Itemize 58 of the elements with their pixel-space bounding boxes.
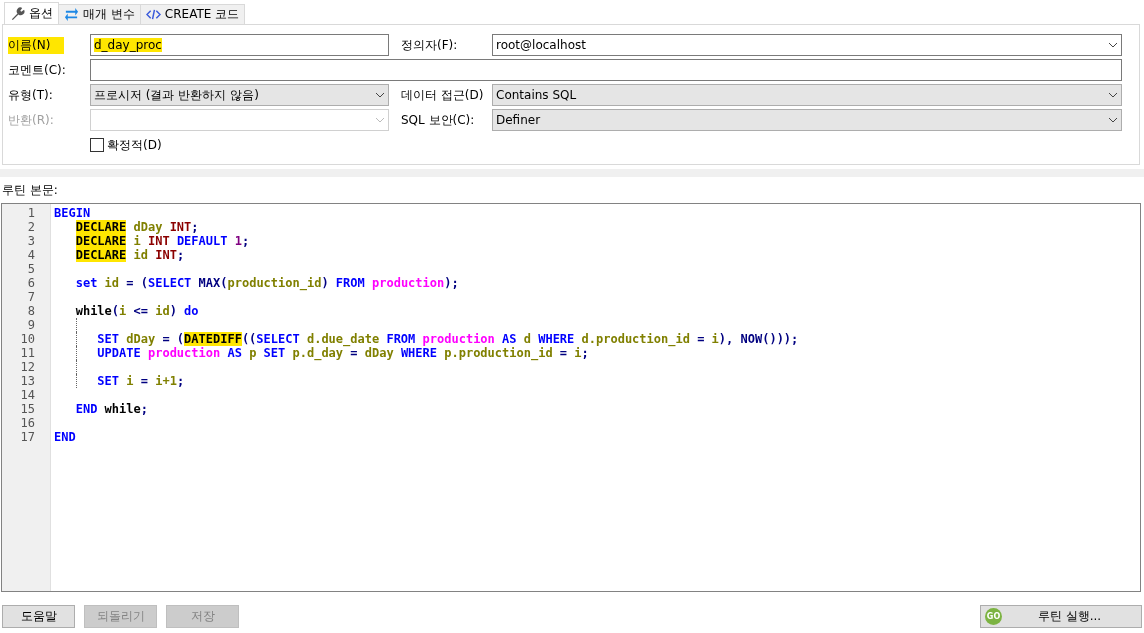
security-combo[interactable]: Definer bbox=[492, 109, 1122, 131]
line-number: 2 bbox=[26, 220, 36, 234]
code-line: SET i = i+1; bbox=[96, 374, 185, 388]
line-number: 6 bbox=[26, 276, 36, 290]
code-line: DECLARE i INT DEFAULT 1; bbox=[74, 234, 250, 248]
code-line: END bbox=[54, 430, 76, 444]
tab[interactable]: 옵션 bbox=[4, 2, 59, 24]
returns-label: 반환(R): bbox=[8, 111, 54, 129]
line-number: 16 bbox=[19, 416, 36, 430]
data-access-label: 데이터 접근(D) bbox=[400, 86, 484, 104]
wrench-icon bbox=[10, 6, 25, 21]
data-access-combo[interactable]: Contains SQL bbox=[492, 84, 1122, 106]
code-editor[interactable] bbox=[1, 203, 1141, 592]
line-number: 9 bbox=[26, 318, 36, 332]
code-icon bbox=[145, 7, 161, 22]
footer-button[interactable]: 도움말 bbox=[2, 605, 75, 628]
user-dropdown[interactable]: root@localhost bbox=[492, 34, 1122, 56]
definer-label: 정의자(F): bbox=[400, 36, 458, 54]
line-number: 15 bbox=[19, 402, 36, 416]
comment-field[interactable] bbox=[90, 59, 1122, 81]
routine-body-label: 루틴 본문: bbox=[1, 182, 58, 199]
line-number: 17 bbox=[19, 430, 36, 444]
line-number: 13 bbox=[19, 374, 36, 388]
line-number: 5 bbox=[26, 262, 36, 276]
code-line: set id = (SELECT MAX(production_id) FROM production); bbox=[74, 276, 459, 290]
go-badge: GO bbox=[985, 608, 1002, 625]
code-line: while(i <= id) do bbox=[74, 304, 199, 318]
swap-arrows-icon bbox=[64, 7, 79, 22]
name-field[interactable]: d_day_proc bbox=[90, 34, 389, 56]
code-line: DECLARE dDay INT; bbox=[74, 220, 199, 234]
line-number: 1 bbox=[26, 206, 36, 220]
security-label: SQL 보안(C): bbox=[400, 111, 475, 129]
caret-icon bbox=[375, 117, 385, 123]
tab[interactable]: CREATE 코드 bbox=[139, 4, 246, 24]
caret-icon bbox=[1108, 42, 1118, 48]
code-line: DECLARE id INT; bbox=[74, 248, 185, 262]
run-routine-button[interactable]: GO 루틴 실행... bbox=[980, 605, 1142, 628]
line-number: 12 bbox=[19, 360, 36, 374]
line-number: 8 bbox=[26, 304, 36, 318]
comment-label: 코멘트(C): bbox=[8, 61, 66, 79]
deterministic-label: 확정적(D) bbox=[107, 136, 162, 154]
checkbox[interactable] bbox=[90, 138, 104, 152]
code-line: BEGIN bbox=[54, 206, 91, 220]
line-number: 10 bbox=[19, 332, 36, 346]
code-line: END while; bbox=[74, 402, 148, 416]
name-label: 이름(N) bbox=[8, 36, 65, 54]
line-number: 11 bbox=[19, 346, 36, 360]
type-label: 유형(T): bbox=[8, 86, 53, 104]
line-number: 3 bbox=[26, 234, 36, 248]
line-number: 14 bbox=[19, 388, 36, 402]
line-number: 7 bbox=[26, 290, 36, 304]
type-combo[interactable]: 프로시저 (결과 반환하지 않음) bbox=[90, 84, 389, 106]
tab[interactable]: 매개 변수 bbox=[58, 4, 141, 24]
caret-icon bbox=[375, 92, 385, 98]
code-line: UPDATE production AS p SET p.d_day = dDay WHERE p.production_id = i; bbox=[96, 346, 589, 360]
caret-icon bbox=[1108, 117, 1118, 123]
line-number: 4 bbox=[26, 248, 36, 262]
caret-icon bbox=[1108, 92, 1118, 98]
